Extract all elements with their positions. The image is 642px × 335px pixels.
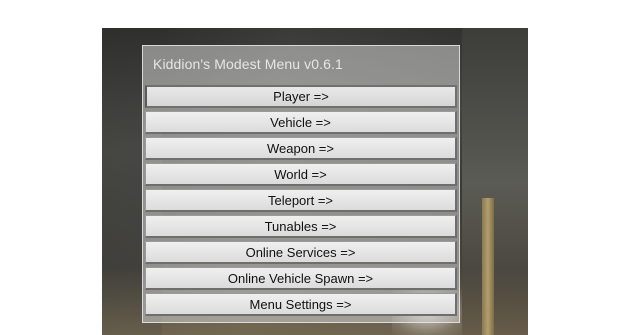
menu-item-online-vehicle-spawn[interactable]: Online Vehicle Spawn => — [145, 267, 457, 290]
menu-item-menu-settings[interactable]: Menu Settings => — [145, 293, 457, 316]
menu-item-tunables[interactable]: Tunables => — [145, 215, 457, 238]
menu-item-world[interactable]: World => — [145, 163, 457, 186]
background-pole — [482, 198, 494, 335]
mod-menu-panel: Kiddion's Modest Menu v0.6.1 Player => V… — [142, 45, 460, 323]
menu-item-vehicle[interactable]: Vehicle => — [145, 111, 457, 134]
menu-item-teleport[interactable]: Teleport => — [145, 189, 457, 212]
menu-item-online-services[interactable]: Online Services => — [145, 241, 457, 264]
menu-title: Kiddion's Modest Menu v0.6.1 — [153, 56, 343, 72]
menu-item-player[interactable]: Player => — [145, 85, 457, 108]
menu-item-list: Player => Vehicle => Weapon => World => … — [145, 85, 457, 319]
menu-item-weapon[interactable]: Weapon => — [145, 137, 457, 160]
